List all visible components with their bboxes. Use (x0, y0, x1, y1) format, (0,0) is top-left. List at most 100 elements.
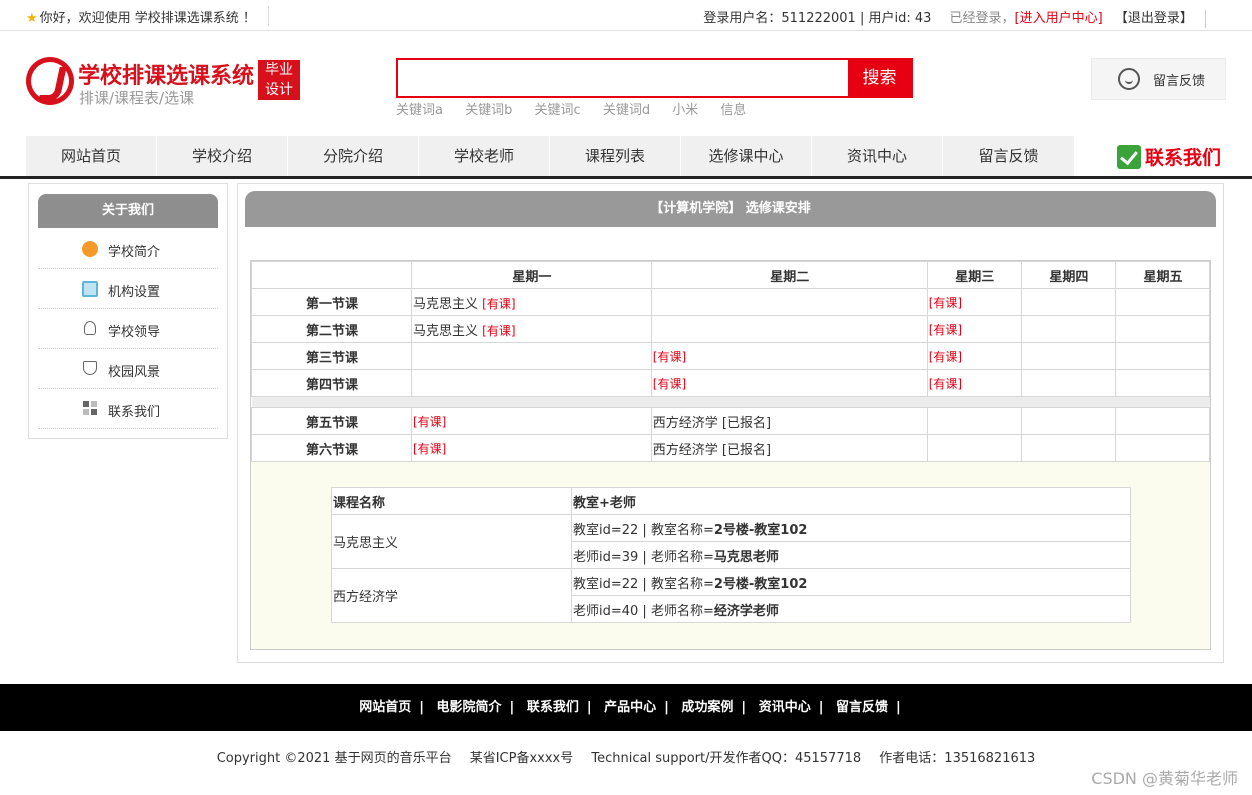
occupied-tag[interactable]: [有课] (413, 442, 446, 456)
icp-text: 某省ICP备xxxx号 (469, 751, 574, 766)
course-entry: 马克思主义 (413, 296, 483, 312)
schedule-cell (1114, 407, 1211, 435)
day-header: 星期四 (1020, 261, 1116, 289)
graduation-tag: 毕业 设计 (258, 60, 300, 100)
sidebar-item-label: 机构设置 (108, 285, 161, 300)
schedule-header-row: 星期一 星期二 星期三 星期四 星期五 (251, 261, 1211, 289)
day-header: 星期三 (926, 261, 1022, 289)
sidebar-item-school-intro[interactable]: 学校简介 (38, 229, 218, 269)
nav-item-feedback[interactable]: 留言反馈 (943, 136, 1074, 176)
day-header: 星期五 (1114, 261, 1211, 289)
footer-link[interactable]: 留言反馈 (836, 700, 888, 715)
copyright: Copyright ©2021 基于网页的音乐平台 某省ICP备xxxx号 Te… (0, 747, 1252, 766)
contact-us-link[interactable]: 联系我们 (1117, 143, 1221, 169)
contact-us-label: 联系我们 (1145, 147, 1222, 169)
occupied-tag[interactable]: [有课] (413, 415, 446, 429)
period-label: 第六节课 (251, 434, 412, 462)
occupied-tag[interactable]: [有课] (482, 297, 515, 311)
keyword-link[interactable]: 信息 (720, 103, 746, 118)
search-button[interactable]: 搜索 (848, 60, 911, 96)
nav-item-college-intro[interactable]: 分院介绍 (288, 136, 419, 176)
sidebar-item-contact[interactable]: 联系我们 (38, 389, 218, 429)
nav-item-home[interactable]: 网站首页 (26, 136, 157, 176)
keyword-link[interactable]: 关键词c (535, 103, 581, 118)
occupied-tag[interactable]: [有课] (653, 350, 686, 364)
occupied-tag[interactable]: [有课] (929, 323, 962, 337)
occupied-tag[interactable]: [有课] (482, 324, 515, 338)
schedule-row: 第三节课 [有课] [有课] (251, 342, 1211, 370)
schedule-cell: 西方经济学 [已报名] (650, 434, 928, 462)
shield-icon (83, 361, 97, 375)
nav-item-elective-center[interactable]: 选修课中心 (681, 136, 812, 176)
divider (1205, 9, 1206, 28)
clipboard-icon (82, 281, 98, 297)
schedule-break-row (251, 396, 1210, 408)
occupied-tag[interactable]: [有课] (653, 377, 686, 391)
site-logo[interactable] (26, 57, 74, 105)
keyword-link[interactable]: 关键词d (603, 103, 650, 118)
welcome-text: ★ 你好，欢迎使用 学校排课选课系统 ！ (26, 11, 256, 26)
nav-item-course-list[interactable]: 课程列表 (550, 136, 681, 176)
keyword-link[interactable]: 关键词a (396, 103, 443, 118)
schedule-cell: 马克思主义 [有课] (411, 288, 652, 316)
divider (268, 6, 269, 26)
occupied-tag[interactable]: [有课] (929, 377, 962, 391)
schedule-cell (411, 342, 652, 370)
sidebar-item-leaders[interactable]: 学校领导 (38, 309, 218, 349)
nav-divider (0, 176, 1252, 179)
keyword-link[interactable]: 小米 (672, 103, 698, 118)
occupied-tag[interactable]: [有课] (929, 350, 962, 364)
schedule-row: 第四节课 [有课] [有课] (251, 369, 1211, 397)
schedule-row: 第一节课 马克思主义 [有课] [有课] (251, 288, 1211, 316)
occupied-tag[interactable]: [有课] (929, 296, 962, 310)
nav-item-school-intro[interactable]: 学校介绍 (157, 136, 288, 176)
table-row: 西方经济学 教室id=22 | 教室名称=2号楼-教室102 (331, 568, 1131, 623)
nav-item-teachers[interactable]: 学校老师 (419, 136, 550, 176)
customer-service-icon (1118, 68, 1140, 90)
room-info: 教室id=22 | 教室名称=2号楼-教室102 (571, 568, 1131, 596)
table-row: 马克思主义 教室id=22 | 教室名称=2号楼-教室102 (331, 514, 1131, 569)
footer-nav: 网站首页 | 电影院简介 | 联系我们 | 产品中心 | 成功案例 | 资讯中心 | 留言反… (0, 684, 1252, 731)
site-title: 学校排课选课系统 (78, 64, 255, 89)
sidebar-item-label: 校园风景 (108, 365, 161, 380)
search-box: 搜索 (396, 58, 913, 98)
sidebar-title: 关于我们 (38, 194, 218, 228)
schedule-cell: 马克思主义 [有课] (411, 315, 652, 343)
schedule-cell: [有课] (926, 315, 1022, 343)
course-name: 马克思主义 (331, 514, 572, 569)
period-label: 第一节课 (251, 288, 412, 316)
main-title: 【计算机学院】 选修课安排 (245, 191, 1216, 227)
period-label: 第三节课 (251, 342, 412, 370)
period-label: 第二节课 (251, 315, 412, 343)
footer-link[interactable]: 成功案例 (681, 700, 733, 715)
schedule-cell: 西方经济学 [已报名] (650, 407, 928, 435)
footer-link[interactable]: 资讯中心 (759, 700, 811, 715)
user-center-link[interactable]: [进入用户中心] (1015, 11, 1103, 26)
sidebar-list: 学校简介 机构设置 学校领导 校园风景 联系我们 (38, 229, 218, 429)
teacher-info: 老师id=39 | 老师名称=马克思老师 (571, 541, 1131, 569)
schedule-cell (650, 315, 928, 343)
schedule-cell (1020, 315, 1116, 343)
footer-link[interactable]: 联系我们 (527, 700, 579, 715)
copyright-text: Copyright ©2021 基于网页的音乐平台 (216, 751, 452, 766)
main-panel: 【计算机学院】 选修课安排 星期一 星期二 星期三 星期四 星期五 第一节课 马克… (237, 183, 1224, 663)
footer-link[interactable]: 网站首页 (359, 700, 411, 715)
keyword-link[interactable]: 关键词b (465, 103, 512, 118)
day-header: 星期二 (650, 261, 928, 289)
logged-in-text: 已经登录， (949, 11, 1015, 26)
footer-link[interactable]: 产品中心 (604, 700, 656, 715)
schedule-cell: [有课] (926, 288, 1022, 316)
footer-link[interactable]: 电影院简介 (437, 700, 502, 715)
schedule-cell: [有课] (926, 342, 1022, 370)
corner-cell (251, 261, 412, 289)
course-entry: 西方经济学 [已报名] (652, 415, 772, 431)
schedule-cell (1020, 288, 1116, 316)
hot-keywords: 关键词a 关键词b 关键词c 关键词d 小米 信息 (396, 99, 764, 118)
nav-item-news[interactable]: 资讯中心 (812, 136, 943, 176)
sidebar-item-campus[interactable]: 校园风景 (38, 349, 218, 389)
search-input[interactable] (398, 60, 850, 96)
logout-link[interactable]: 【退出登录】 (1115, 11, 1193, 26)
sidebar-item-organization[interactable]: 机构设置 (38, 269, 218, 309)
schedule-cell (926, 434, 1022, 462)
feedback-button[interactable]: 留言反馈 (1091, 58, 1226, 100)
